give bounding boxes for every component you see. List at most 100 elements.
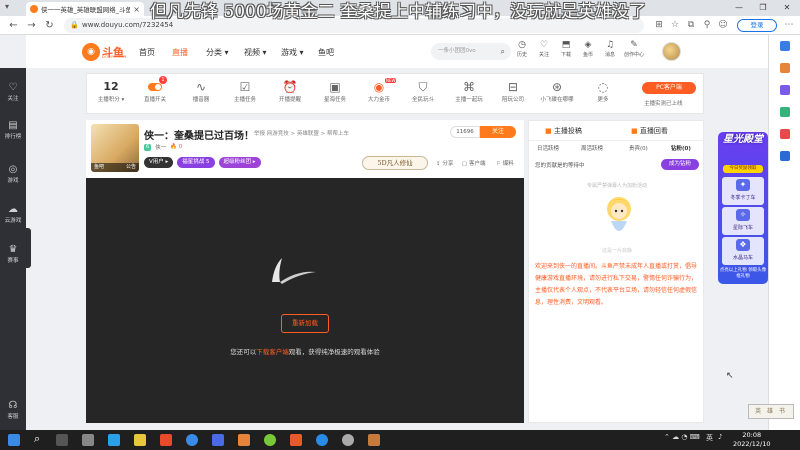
- toolbar-ufo[interactable]: ⊛ 小飞碟在哪哪: [537, 79, 577, 103]
- shopping-icon[interactable]: [780, 63, 790, 73]
- word-icon[interactable]: [212, 434, 224, 446]
- header-creator[interactable]: ✎ 创作中心: [624, 40, 644, 58]
- task-view-icon[interactable]: [56, 434, 68, 446]
- sidebar-item-follow[interactable]: ♡ 关注: [0, 82, 26, 102]
- extensions-icon[interactable]: ⚲: [700, 18, 714, 33]
- sidebar-item-events[interactable]: ♛ 赛事: [0, 244, 26, 264]
- office-icon[interactable]: [780, 129, 790, 139]
- windows-start-icon[interactable]: [8, 434, 20, 446]
- forward-arrow-icon[interactable]: →: [24, 18, 39, 33]
- toolbar-more[interactable]: ◌ 更多: [583, 79, 623, 103]
- folder-icon[interactable]: [134, 434, 146, 446]
- sidebar-collapse-handle[interactable]: [26, 228, 31, 268]
- toolbar-ad-task[interactable]: ▣ 星海任务: [315, 79, 355, 103]
- tab-weekly-rank[interactable]: 周活跃榜: [581, 144, 603, 152]
- chrome-icon[interactable]: [186, 434, 198, 446]
- app-brown-icon[interactable]: [368, 434, 380, 446]
- search-sidebar-icon[interactable]: [780, 41, 790, 51]
- tab-daily-rank[interactable]: 日活跃榜: [537, 144, 559, 152]
- app-red-icon[interactable]: [290, 434, 302, 446]
- tab-vip[interactable]: 贵宾(0): [629, 144, 648, 152]
- tools-icon[interactable]: [780, 85, 790, 95]
- reload-button[interactable]: 重新加载: [281, 314, 329, 333]
- sidebar-item-ranking[interactable]: ▤ 排行榜: [0, 120, 26, 140]
- search-input[interactable]: 一条小团团0vo ⌕: [431, 43, 511, 60]
- reload-icon[interactable]: ↻: [42, 18, 57, 33]
- video-player[interactable]: 重新加载 您还可以下载客户端观看，获得纯净极速的观看体验: [86, 178, 524, 423]
- share-button[interactable]: ⇪ 分享: [436, 159, 453, 167]
- header-download[interactable]: ⬒ 下载: [556, 40, 576, 58]
- office-app-icon[interactable]: [160, 434, 172, 446]
- volume-icon[interactable]: ♪: [718, 433, 722, 441]
- header-history[interactable]: ◷ 历史: [512, 40, 532, 58]
- tab-replay[interactable]: ■ 直播回看: [631, 126, 668, 136]
- translate-icon[interactable]: ⊞: [652, 18, 666, 33]
- toolbar-company[interactable]: ⊟ 陪玩公司: [493, 79, 533, 103]
- nav-fishbar[interactable]: 鱼吧: [318, 47, 334, 58]
- nav-game[interactable]: 游戏 ▾: [281, 47, 304, 58]
- star-icon[interactable]: ☆: [668, 18, 682, 33]
- streamer-score[interactable]: 12 主播积分 ▾: [93, 80, 129, 103]
- sidebar-item-service[interactable]: ☊ 客服: [0, 400, 26, 420]
- app-clock-icon[interactable]: [342, 434, 354, 446]
- follow-button[interactable]: 关注: [480, 126, 516, 138]
- room-thumbnail[interactable]: 鱼吧 公告: [91, 124, 139, 172]
- header-messages[interactable]: ♫ 消息: [600, 40, 620, 58]
- thumb-tag-fishbar[interactable]: 鱼吧: [94, 163, 104, 172]
- promo-item-starcar[interactable]: ✧ 星际飞车: [722, 207, 764, 235]
- tab-submissions[interactable]: ■ 主播投稿: [545, 126, 582, 136]
- tray-icons[interactable]: ⌃ ☁ ◔ ⌨: [664, 433, 700, 441]
- promo-item-kart[interactable]: ✦ 冬季卡丁车: [722, 177, 764, 205]
- tab-list-icon[interactable]: ▾: [5, 2, 9, 11]
- nav-video[interactable]: 视频 ▾: [244, 47, 267, 58]
- app-orange-icon[interactable]: [238, 434, 250, 446]
- taskbar-search-icon[interactable]: ⌕: [34, 432, 40, 446]
- tab-diamond-fans[interactable]: 钻粉(0): [671, 144, 691, 152]
- games-sidebar-icon[interactable]: [780, 107, 790, 117]
- app-green-icon[interactable]: [264, 434, 276, 446]
- toolbar-audio[interactable]: ∿ 播音器: [181, 79, 221, 103]
- promo-banner[interactable]: 星光殿堂 今日奖励领取 ✦ 冬季卡丁车 ✧ 星际飞车 ❖ 水晶马车 点亮以上礼物…: [718, 132, 768, 284]
- nav-category[interactable]: 分类 ▾: [206, 47, 229, 58]
- header-follow[interactable]: ♡ 关注: [534, 40, 554, 58]
- widgets-icon[interactable]: [82, 434, 94, 446]
- sponsor-badge[interactable]: 5D凡人修仙: [362, 156, 428, 170]
- v-user-pill[interactable]: V用户 ▸: [144, 157, 174, 168]
- toolbar-play[interactable]: ⛉ 全民玩斗: [403, 79, 443, 103]
- nav-home[interactable]: 首页: [139, 47, 155, 58]
- toolbar-tasks[interactable]: ☑ 主播任务: [225, 79, 265, 103]
- nav-live[interactable]: 直播: [172, 47, 188, 58]
- browser-menu-icon[interactable]: ⋯: [782, 18, 796, 33]
- profile-icon[interactable]: ☺: [716, 18, 730, 33]
- maximize-button[interactable]: ❐: [752, 0, 774, 16]
- fan-club-pill[interactable]: 超级粉丝团 ▸: [218, 157, 261, 168]
- close-window-button[interactable]: ✕: [776, 0, 798, 16]
- search-icon[interactable]: ⌕: [501, 43, 505, 60]
- browser-tab[interactable]: 侠一一英雄_英雄联盟网络_斗鱼直播 ×: [26, 2, 144, 16]
- promo-item-carriage[interactable]: ❖ 水晶马车: [722, 237, 764, 265]
- thumb-tag-notice[interactable]: 公告: [126, 163, 136, 172]
- user-avatar[interactable]: [662, 42, 681, 61]
- input-method-indicator[interactable]: 英: [706, 433, 713, 443]
- toolbar-live-switch[interactable]: 1 直播开关: [135, 76, 175, 103]
- toggle-icon[interactable]: [148, 83, 162, 91]
- tab-close-icon[interactable]: ×: [133, 5, 140, 14]
- toolbar-coins[interactable]: ◉ NEW 大力金币: [359, 78, 399, 103]
- become-diamond-fan-button[interactable]: 成为钻粉: [661, 159, 699, 170]
- toolbar-reminder[interactable]: ⏰ 开播提醒: [270, 79, 310, 103]
- taskbar-clock[interactable]: 20:08 2022/12/10: [733, 431, 770, 449]
- minimize-button[interactable]: —: [728, 0, 750, 16]
- sidebar-item-games[interactable]: ◎ 游戏: [0, 164, 26, 184]
- header-coins[interactable]: ◈ 鱼币: [578, 40, 598, 58]
- sidebar-item-cloud-game[interactable]: ☁ 云游戏: [0, 204, 26, 224]
- report-button[interactable]: ⚐ 爆料: [496, 159, 514, 167]
- collections-icon[interactable]: ⧉: [684, 18, 698, 33]
- client-button[interactable]: ▢ 客户端: [462, 159, 485, 167]
- douyu-logo[interactable]: ◉ 斗鱼 DOUYU.COM: [82, 43, 132, 61]
- streamer-name[interactable]: 侠一: [155, 143, 166, 151]
- outlook-icon[interactable]: [780, 151, 790, 161]
- explorer-icon[interactable]: [108, 434, 120, 446]
- pc-client-button[interactable]: PC客户端: [642, 82, 696, 94]
- edge-icon[interactable]: [316, 434, 328, 446]
- toolbar-play-together[interactable]: ⌘ 主播一起玩: [449, 79, 489, 103]
